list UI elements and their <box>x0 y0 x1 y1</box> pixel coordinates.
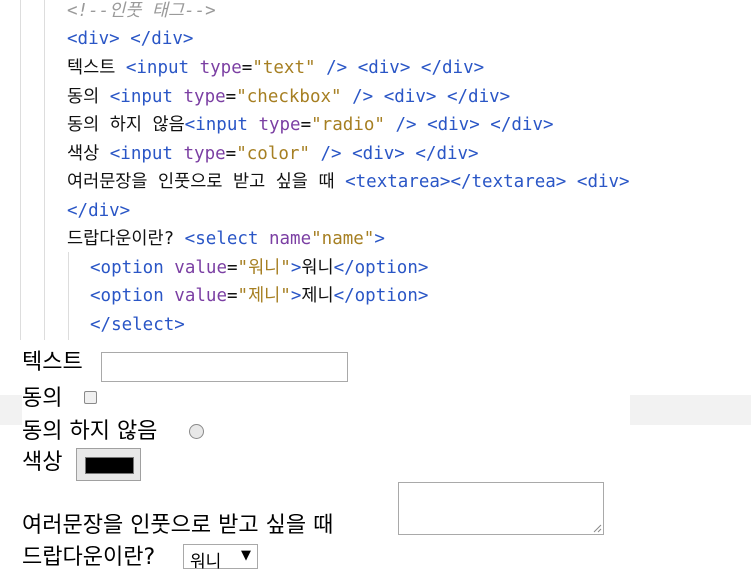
code-value: "text" <box>252 58 316 78</box>
code-tag: <div> <box>352 144 405 164</box>
code-text: 여러문장을 인풋으로 받고 싶을 때 <box>67 172 346 192</box>
code-line-div: <div> </div> <box>67 28 193 50</box>
code-line-text-input: 텍스트 <input type="text" /> <div> </div> <box>67 57 484 79</box>
code-text: 색상 <box>67 144 110 164</box>
code-eq: = <box>225 144 237 164</box>
code-line-color: 색상 <input type="color" /> <div> </div> <box>67 143 479 165</box>
code-view: <!--인풋 태그--> <div> </div> 텍스트 <input typ… <box>0 0 751 340</box>
code-attr: type <box>183 87 226 107</box>
code-line-option: <option value="워니">워니</option> <box>90 257 428 279</box>
code-tag: <input <box>184 115 259 135</box>
code-tag: /> <box>315 58 348 78</box>
code-attr: type <box>183 144 226 164</box>
code-attr: type <box>258 115 301 135</box>
code-text: 동의 <box>67 87 110 107</box>
code-line-checkbox: 동의 <input type="checkbox" /> <div> </div… <box>67 86 510 108</box>
code-tag: </div> <box>67 201 131 221</box>
textarea-label: 여러문장을 인풋으로 받고 싶을 때 <box>22 513 334 538</box>
code-tag: </div> <box>490 115 554 135</box>
code-attr: name <box>268 229 312 249</box>
code-eq: = <box>225 87 237 107</box>
code-line-select-close: </select> <box>90 314 185 336</box>
code-tag: > <box>290 286 302 306</box>
code-tag: </textarea> <box>450 172 567 192</box>
code-eq: = <box>300 115 312 135</box>
code-tag: <input <box>109 87 184 107</box>
code-tag: /> <box>309 144 342 164</box>
code-attr: type <box>199 58 242 78</box>
color-swatch <box>85 457 134 474</box>
code-tag: <div> <box>67 29 120 49</box>
code-tag: <select <box>184 229 269 249</box>
code-tag: <div> <box>576 172 630 192</box>
code-tag: <textarea> <box>345 172 451 192</box>
code-tag: </option> <box>333 286 429 306</box>
code-tag: <input <box>125 58 200 78</box>
code-tag: </div> <box>130 29 194 49</box>
indent-guide <box>44 0 45 340</box>
code-line-comment: <!--인풋 태그--> <box>67 0 216 22</box>
code-line-textarea: 여러문장을 인풋으로 받고 싶을 때 <textarea></textarea>… <box>67 171 630 193</box>
code-eq: = <box>241 58 253 78</box>
code-tag: <input <box>109 144 184 164</box>
code-tag: <option <box>90 258 175 278</box>
multiline-textarea[interactable] <box>398 482 604 535</box>
code-tag: /> <box>341 87 374 107</box>
text-label: 텍스트 <box>22 350 83 375</box>
code-eq: = <box>226 258 238 278</box>
indent-guide <box>68 252 69 340</box>
code-line-radio: 동의 하지 않음<input type="radio" /> <div> </d… <box>67 114 554 136</box>
code-text: 제니 <box>301 286 334 306</box>
code-line-select: 드랍다운이란? <select name"name"> <box>67 228 385 250</box>
select-value: 워니 <box>190 552 222 572</box>
code-tag: <div> <box>427 115 480 135</box>
agree-checkbox[interactable] <box>84 391 97 404</box>
code-tag: <div> <box>383 87 437 107</box>
color-label: 색상 <box>22 450 63 475</box>
code-tag: </option> <box>333 258 429 278</box>
code-tag: </div> <box>446 87 511 107</box>
color-picker[interactable] <box>76 448 141 481</box>
code-text: 드랍다운이란? <box>67 229 185 249</box>
code-tag: > <box>290 258 302 278</box>
dropdown-label: 드랍다운이란? <box>22 545 156 570</box>
rendered-form: 텍스트 동의 동의 하지 않음 색상 여러문장을 인풋으로 받고 싶을 때 드랍… <box>0 340 751 573</box>
indent-guide <box>20 0 21 340</box>
code-eq: = <box>226 286 238 306</box>
code-attr: value <box>174 286 227 306</box>
code-text: 동의 하지 않음 <box>67 115 185 135</box>
text-input[interactable] <box>101 352 348 382</box>
code-value: "제니" <box>237 286 291 306</box>
code-tag: </div> <box>415 144 479 164</box>
code-tag: <option <box>90 286 175 306</box>
code-value: "워니" <box>237 258 291 278</box>
code-tag: <div> <box>357 58 411 78</box>
dropdown-arrow-icon: ▼ <box>241 548 251 563</box>
code-line-option: <option value="제니">제니</option> <box>90 285 428 307</box>
code-attr: value <box>174 258 227 278</box>
code-value: "name" <box>311 229 375 249</box>
disagree-label: 동의 하지 않음 <box>22 419 158 444</box>
code-tag: </div> <box>420 58 485 78</box>
code-tag: > <box>374 229 385 249</box>
code-line-div-close: </div> <box>67 200 130 222</box>
agree-label: 동의 <box>22 386 63 411</box>
code-tag: </select> <box>90 315 185 335</box>
code-tag: /> <box>384 115 417 135</box>
code-text: 워니 <box>301 258 334 278</box>
code-comment: <!--인풋 태그--> <box>67 1 216 21</box>
code-text: 텍스트 <box>67 58 126 78</box>
code-value: "radio" <box>311 115 385 135</box>
code-value: "color" <box>236 144 310 164</box>
resize-grip-icon[interactable] <box>592 523 602 533</box>
name-select[interactable]: 워니 ▼ <box>183 544 258 572</box>
disagree-radio[interactable] <box>189 424 204 439</box>
code-value: "checkbox" <box>236 87 342 107</box>
